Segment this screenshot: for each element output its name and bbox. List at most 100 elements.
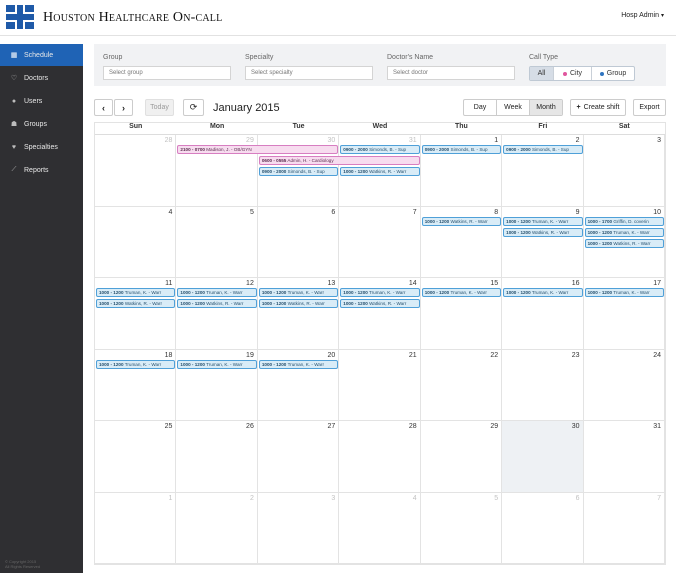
day-cell[interactable]: 28	[339, 421, 421, 493]
shift-time: 0900 - 2000	[343, 147, 368, 152]
day-cell[interactable]: 25	[95, 421, 177, 493]
day-cell[interactable]: 7	[583, 492, 665, 564]
shift-event[interactable]: 1000 - 1200 Truman, K. - Warr	[258, 359, 339, 369]
shift-event[interactable]: 1000 - 1200 Watkins, R. - Warr	[96, 299, 176, 308]
day-cell[interactable]: 6	[502, 492, 584, 564]
day-number: 4	[412, 494, 417, 502]
day-cell[interactable]: 28	[95, 135, 177, 207]
view-day-button[interactable]: Day	[464, 100, 497, 115]
day-cell[interactable]: 26	[176, 421, 258, 493]
shift-event[interactable]: 1000 - 1200 Watkins, R. - Warr	[503, 227, 583, 237]
shift-event[interactable]: 1000 - 1700 Griffin, D. coverin	[584, 216, 664, 226]
call-type-label: Call Type	[529, 54, 559, 61]
shift-event[interactable]: 1000 - 1200 Truman, K. - Warr	[421, 288, 502, 297]
call-type-group-button[interactable]: Group	[592, 67, 634, 80]
day-number: 1	[494, 137, 499, 144]
sidebar-item-label: Doctors	[24, 74, 49, 82]
day-cell[interactable]: 31	[583, 421, 665, 493]
shift-event[interactable]: 1000 - 1200 Watkins, R. - Warr	[421, 216, 502, 226]
prev-month-button[interactable]: ‹	[94, 99, 113, 116]
day-number: 31	[408, 137, 417, 144]
group-select[interactable]: Select group	[103, 66, 231, 80]
day-number: 24	[653, 351, 661, 359]
day-cell[interactable]: 2	[176, 492, 258, 564]
day-cell[interactable]: 30	[502, 421, 584, 493]
specialty-select[interactable]: Select specialty	[245, 66, 373, 80]
shift-event[interactable]: 1000 - 1200 Watkins, R. - Warr	[258, 299, 339, 308]
shift-event[interactable]: 1000 - 1200 Watkins, R. - Warr	[340, 167, 420, 176]
app-header: Houston Healthcare On-call Hosp Admin ▾	[0, 0, 676, 36]
shift-event[interactable]: 0900 - 2000 Simonds, B. - Sup	[421, 145, 502, 154]
refresh-button[interactable]: ⟳	[183, 99, 204, 116]
shift-event[interactable]: 1000 - 1200 Truman, K. - Warr	[177, 288, 257, 297]
call-type-city-button[interactable]: City	[554, 67, 592, 80]
export-button[interactable]: Export	[633, 99, 666, 116]
day-cell[interactable]: 6	[257, 206, 340, 278]
shift-text: Simonds, B. - Sup	[287, 169, 325, 174]
chart-icon: ⟋	[11, 166, 17, 173]
brand-name[interactable]: Houston Healthcare On-call	[43, 10, 222, 26]
day-cell[interactable]: 24	[583, 349, 665, 421]
shift-event[interactable]: 1000 - 1200 Watkins, R. - Warr	[584, 238, 664, 248]
sidebar-item-label: Schedule	[24, 51, 54, 59]
day-number: 2	[575, 137, 580, 144]
day-cell[interactable]: 5	[420, 492, 503, 564]
shift-time: 0900 - 2000	[261, 169, 287, 174]
day-cell[interactable]: 3	[257, 492, 340, 564]
shift-event[interactable]: 1000 - 1200 Truman, K. - Warr	[584, 288, 664, 297]
shift-event[interactable]: 1000 - 1200 Truman, K. - Warr	[96, 288, 176, 297]
shift-event[interactable]: 0900 - 2000 Simonds, B. - Sup	[258, 167, 339, 176]
shift-event[interactable]: 1000 - 1200 Truman, K. - Warr	[503, 288, 583, 297]
sidebar-item-schedule[interactable]: ▦ Schedule	[0, 44, 83, 66]
sidebar-item-groups[interactable]: ☗ Groups	[0, 113, 83, 135]
shift-time: 1000 - 1200	[261, 361, 287, 367]
shift-text: Watkins, R. - Warr	[613, 240, 651, 246]
day-cell[interactable]: 22	[420, 349, 503, 421]
weekday-header: Thu	[420, 123, 503, 135]
calendar-icon: ▦	[10, 52, 18, 59]
shift-event[interactable]: 2100 - 0700 Madison, J. - OB/GYN	[177, 145, 339, 154]
shift-event[interactable]: 1000 - 1200 Truman, K. - Warr	[340, 288, 420, 297]
shift-event[interactable]: 1000 - 1200 Truman, K. - Warr	[258, 288, 339, 297]
shift-text: Watkins, R. - Warr	[450, 218, 488, 224]
shift-event[interactable]: 1000 - 1200 Truman, K. - Warr	[177, 359, 257, 369]
shift-event[interactable]: 1000 - 1200 Truman, K. - Warr	[96, 359, 176, 369]
create-shift-button[interactable]: + Create shift	[570, 99, 626, 116]
next-month-button[interactable]: ›	[114, 99, 133, 116]
sidebar-item-doctors[interactable]: ♡ Doctors	[0, 67, 83, 89]
hospital-cross-logo-icon[interactable]	[6, 5, 34, 29]
day-cell[interactable]: 5	[176, 206, 258, 278]
shift-time: 1000 - 1200	[180, 290, 205, 295]
shift-time: 2100 - 0700	[180, 147, 205, 152]
day-cell[interactable]: 1	[95, 492, 177, 564]
shift-event[interactable]: 0600 - 0555 Admin, H. - Cardiology	[258, 156, 420, 165]
shift-text: Truman, K. - Warr	[613, 290, 650, 295]
day-cell[interactable]: 4	[95, 206, 177, 278]
shift-event[interactable]: 1000 - 1200 Truman, K. - Warr	[503, 216, 583, 226]
call-type-all-button[interactable]: All	[530, 67, 554, 80]
shift-time: 1000 - 1200	[99, 361, 124, 367]
day-cell[interactable]: 3	[583, 135, 665, 207]
day-cell[interactable]: 4	[339, 492, 421, 564]
sidebar-item-reports[interactable]: ⟋ Reports	[0, 159, 83, 181]
shift-event[interactable]: 1000 - 1200 Watkins, R. - Warr	[340, 299, 420, 308]
day-cell[interactable]: 23	[502, 349, 584, 421]
view-week-button[interactable]: Week	[497, 100, 530, 115]
today-button[interactable]: Today	[145, 99, 174, 116]
day-cell[interactable]: 7	[339, 206, 421, 278]
shift-event[interactable]: 0900 - 2000 Simonds, B. - Sup	[503, 145, 583, 154]
day-cell[interactable]: 29	[420, 421, 503, 493]
shift-event[interactable]: 0900 - 2000 Simonds, B. - Sup	[340, 145, 420, 154]
shift-time: 0900 - 2000	[424, 147, 450, 152]
shift-event[interactable]: 1000 - 1200 Watkins, R. - Warr	[177, 299, 257, 308]
view-month-button[interactable]: Month	[530, 100, 562, 115]
day-number: 16	[571, 280, 580, 287]
day-cell[interactable]: 21	[339, 349, 421, 421]
day-number: 4	[168, 208, 173, 216]
day-cell[interactable]: 27	[257, 421, 340, 493]
user-menu[interactable]: Hosp Admin ▾	[621, 12, 664, 19]
sidebar-item-users[interactable]: ● Users	[0, 90, 83, 112]
sidebar-item-specialties[interactable]: ♥ Specialties	[0, 136, 83, 158]
doctor-select[interactable]: Select doctor	[387, 66, 515, 80]
shift-event[interactable]: 1000 - 1200 Truman, K. - Warr	[584, 227, 664, 237]
